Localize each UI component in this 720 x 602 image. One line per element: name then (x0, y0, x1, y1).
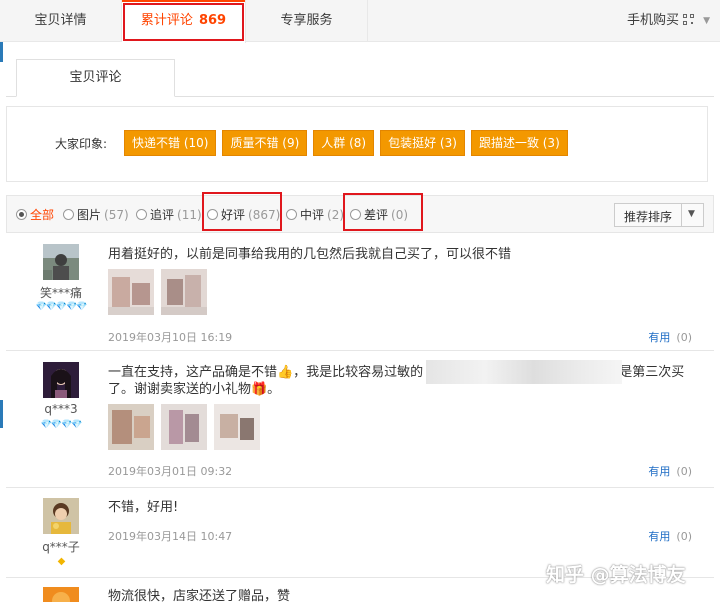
blurred-region (426, 360, 622, 384)
useful-count: (0) (676, 530, 692, 543)
useful-label: 有用 (648, 331, 671, 344)
photo-image (108, 404, 154, 450)
chevron-down-icon: ▼ (688, 209, 695, 219)
sort-dropdown[interactable]: 推荐排序 ▼ (614, 203, 704, 227)
buyer-level-icon: 💎💎💎💎💎 (35, 302, 87, 312)
filter-neutral[interactable]: 中评 (2) (286, 206, 344, 223)
review-date: 2019年03月14日 10:47 (108, 530, 233, 543)
sort-label: 推荐排序 (624, 210, 673, 224)
tab-reviews-count: 869 (198, 13, 227, 28)
radio-selected-icon (16, 209, 27, 220)
useful-button[interactable]: 有用 (0) (648, 463, 692, 479)
radio-icon (136, 209, 147, 220)
filter-positive-count: (867) (248, 208, 281, 222)
impression-tags: 快递不错 (10) 质量不错 (9) 人群 (8) 包装挺好 (3) 跟描述一致… (124, 130, 574, 156)
filter-followup-count: (11) (177, 208, 202, 222)
review-photos (108, 404, 267, 450)
filter-pictures-count: (57) (104, 208, 129, 222)
photo-image (214, 404, 260, 450)
review-text-part: 一直在支持，这产品确是不错👍，我是比较容易过敏的 (108, 365, 424, 380)
review-filter-bar: 全部 图片 (57) 追评 (11) 好评 (867) 中评 (2) 差评 (0) 推荐排… (6, 195, 714, 233)
filter-all-label: 全部 (30, 208, 55, 222)
review-item: 笑***痛 💎💎💎💎💎 用着挺好的，以前是同事给我用的几包然后我就自己买了，可以… (6, 236, 714, 351)
impression-tag[interactable]: 包装挺好 (3) (380, 130, 465, 156)
tab-reviews[interactable]: 累计评论 869 (122, 0, 246, 43)
useful-count: (0) (676, 465, 692, 478)
tab-service[interactable]: 专享服务 (246, 0, 368, 42)
review-photo[interactable] (161, 269, 207, 315)
filter-negative-count: (0) (391, 208, 409, 222)
review-photo[interactable] (108, 269, 154, 315)
review-text-part: 是第三次买 (619, 365, 685, 380)
review-text: 物流很快，店家还送了赠品，赞 (108, 589, 291, 602)
filter-neutral-count: (2) (327, 208, 345, 222)
review-text: 不错，好用! (108, 500, 179, 515)
username: q***3 (44, 402, 78, 416)
radio-icon (63, 209, 74, 220)
qr-code-icon (683, 14, 694, 25)
filter-negative[interactable]: 差评 (0) (350, 206, 408, 223)
filter-followup[interactable]: 追评 (11) (136, 206, 202, 223)
avatar-image (43, 362, 79, 398)
tab-bar: 宝贝详情 累计评论 869 专享服务 手机购买 ▼ (0, 0, 720, 43)
filter-pictures[interactable]: 图片 (57) (63, 206, 129, 223)
filter-positive-label: 好评 (221, 208, 246, 222)
impression-tag[interactable]: 跟描述一致 (3) (470, 130, 568, 156)
impression-tag[interactable]: 人群 (8) (313, 130, 375, 156)
left-accent-strip (0, 400, 3, 428)
review-text-part: 了。谢谢卖家送的小礼物🎁。 (108, 382, 281, 397)
avatar-image (43, 587, 79, 602)
username: q***子 (42, 540, 80, 554)
photo-image (161, 404, 207, 450)
photo-image (161, 269, 207, 315)
radio-icon (286, 209, 297, 220)
mobile-buy-link[interactable]: 手机购买 (627, 0, 694, 42)
watermark: 知乎 @算法博友 (546, 564, 686, 586)
avatar-image (43, 244, 79, 280)
sort-divider (681, 204, 682, 226)
impressions-label: 大家印象: (55, 137, 108, 151)
filter-positive[interactable]: 好评 (867) (207, 206, 280, 223)
avatar[interactable] (43, 498, 79, 534)
avatar[interactable] (43, 244, 79, 280)
review-photo[interactable] (214, 404, 260, 450)
buyer-level-icon: ◆ (57, 556, 66, 567)
filter-all[interactable]: 全部 (16, 206, 54, 223)
photo-image (108, 269, 154, 315)
radio-icon (207, 209, 218, 220)
useful-label: 有用 (648, 465, 671, 478)
useful-button[interactable]: 有用 (0) (648, 528, 692, 544)
tab-item-detail[interactable]: 宝贝详情 (0, 0, 122, 42)
left-accent-strip (0, 42, 3, 62)
filter-neutral-label: 中评 (300, 208, 325, 222)
review-date: 2019年03月10日 16:19 (108, 331, 233, 344)
avatar-image (43, 498, 79, 534)
review-photos (108, 269, 214, 315)
review-text: 用着挺好的，以前是同事给我用的几包然后我就自己买了，可以很不错 (108, 247, 512, 262)
tab-product-reviews[interactable]: 宝贝评论 (16, 59, 175, 97)
filter-negative-label: 差评 (364, 208, 389, 222)
avatar[interactable] (43, 362, 79, 398)
useful-count: (0) (676, 331, 692, 344)
filter-followup-label: 追评 (150, 208, 175, 222)
impression-tag[interactable]: 质量不错 (9) (222, 130, 308, 156)
mobile-buy-label: 手机购买 (626, 13, 679, 28)
username: 笑***痛 (39, 286, 82, 300)
useful-label: 有用 (648, 530, 671, 543)
impression-tag[interactable]: 快递不错 (10) (124, 130, 217, 156)
chevron-down-icon[interactable]: ▼ (703, 16, 710, 26)
buyer-level-icon: 💎💎💎💎 (40, 420, 83, 430)
review-photo[interactable] (161, 404, 207, 450)
useful-button[interactable]: 有用 (0) (648, 329, 692, 345)
review-photo[interactable] (108, 404, 154, 450)
avatar[interactable] (43, 587, 79, 602)
filter-pictures-label: 图片 (77, 208, 102, 222)
tab-reviews-label: 累计评论 (140, 13, 193, 28)
radio-icon (350, 209, 361, 220)
review-date: 2019年03月01日 09:32 (108, 465, 233, 478)
impressions-panel: 大家印象: 快递不错 (10) 质量不错 (9) 人群 (8) 包装挺好 (3)… (6, 106, 708, 182)
